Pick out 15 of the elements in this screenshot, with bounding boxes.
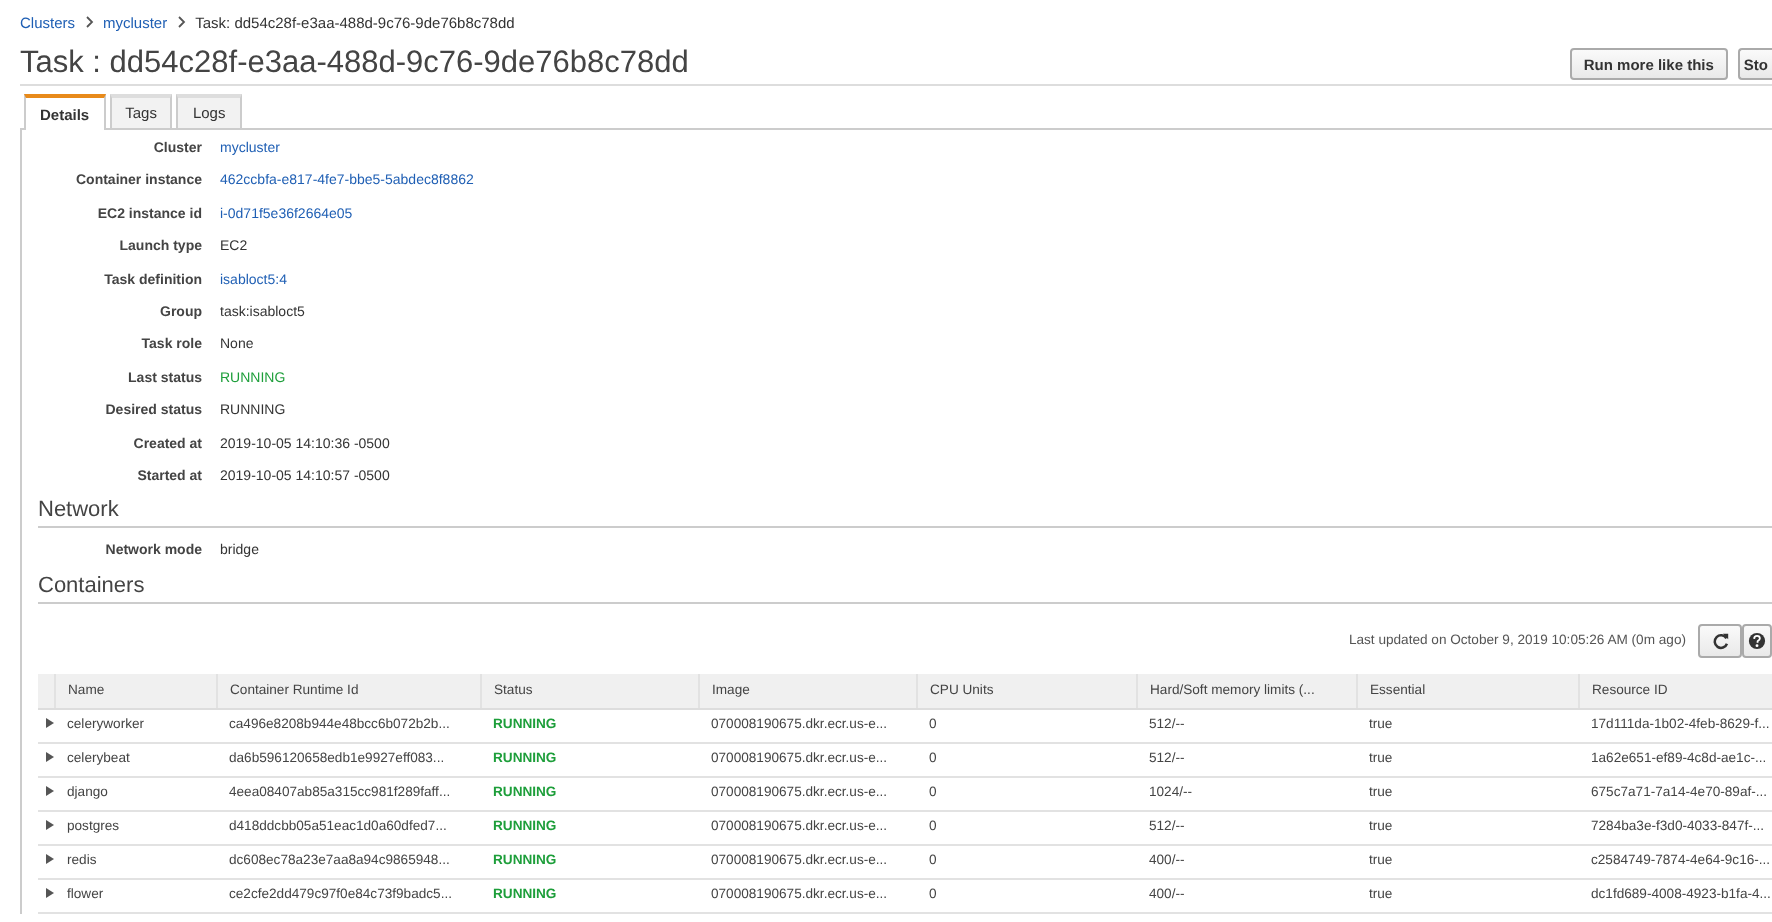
page-title: Task : dd54c28f-e3aa-488d-9c76-9de76b8c78dd	[20, 46, 689, 82]
caret-icon[interactable]	[46, 718, 54, 729]
chevron-icon	[177, 16, 186, 28]
refresh-button[interactable]	[1698, 624, 1742, 659]
caret-icon[interactable]	[46, 820, 54, 831]
caret-icon[interactable]	[46, 854, 54, 865]
caret-icon[interactable]	[46, 888, 54, 899]
caret-icon[interactable]	[46, 786, 54, 797]
section-heading: Containers	[38, 573, 1772, 604]
chevron-icon	[85, 16, 94, 28]
help-button[interactable]	[1742, 624, 1772, 659]
caret-icon[interactable]	[46, 752, 54, 763]
refresh-icon	[1711, 632, 1729, 651]
help-icon	[1748, 632, 1766, 651]
section-heading: Network	[38, 498, 1772, 529]
